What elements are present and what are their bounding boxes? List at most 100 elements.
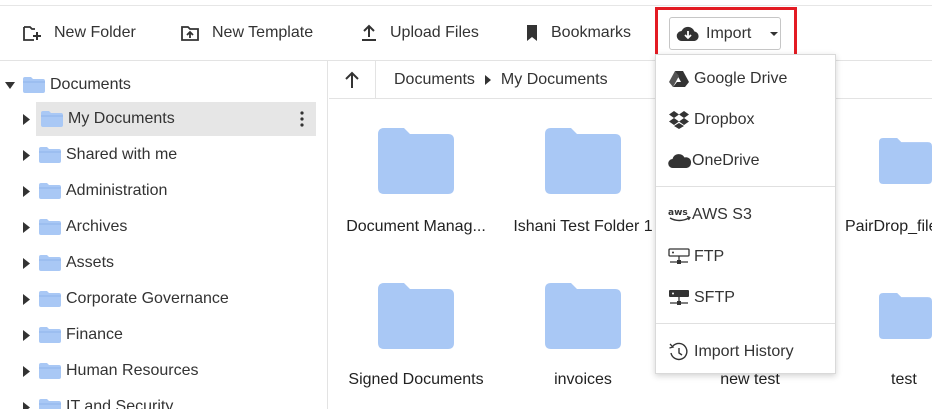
folder-tree: Documents My Documents Shared with me Ad… <box>0 61 328 409</box>
tree-item-human-resources[interactable]: Human Resources <box>20 354 199 388</box>
folder-icon <box>22 75 46 95</box>
upload-files-button[interactable]: Upload Files <box>360 6 479 60</box>
bookmark-icon <box>527 25 537 41</box>
tree-item-my-documents[interactable]: My Documents <box>36 102 316 136</box>
menu-item-ftp[interactable]: FTP <box>668 242 724 272</box>
tree-item-finance[interactable]: Finance <box>20 318 123 352</box>
menu-divider <box>656 323 835 324</box>
folder-tile-test[interactable]: test <box>841 283 932 389</box>
tree-item-label: Corporate Governance <box>66 290 229 307</box>
breadcrumb-bar: Documents My Documents <box>329 61 932 99</box>
import-dropdown-menu: Google Drive Dropbox OneDrive aws AWS S3… <box>655 54 836 374</box>
caret-right-icon <box>20 365 32 377</box>
more-options-icon[interactable] <box>300 111 304 132</box>
folder-tile-ishani-test-folder-1[interactable]: Ishani Test Folder 1 <box>508 128 658 236</box>
menu-item-sftp[interactable]: SFTP <box>668 283 735 313</box>
breadcrumb-my-documents[interactable]: My Documents <box>501 71 608 89</box>
caret-right-icon <box>20 293 32 305</box>
folder-icon <box>38 253 62 273</box>
server-icon <box>668 248 690 264</box>
folder-tile-pairdrop-file[interactable]: PairDrop_file <box>841 128 932 236</box>
folder-tile-label: test <box>891 371 917 388</box>
new-template-label: New Template <box>212 24 314 41</box>
chevron-right-icon <box>484 75 491 85</box>
menu-item-onedrive[interactable]: OneDrive <box>668 146 760 176</box>
caret-right-icon <box>20 149 32 161</box>
folder-icon <box>38 145 62 165</box>
caret-right-icon <box>20 257 32 269</box>
folder-icon <box>38 361 62 381</box>
menu-item-label: Dropbox <box>694 111 755 128</box>
tree-item-corporate-governance[interactable]: Corporate Governance <box>20 282 229 316</box>
folder-icon <box>841 128 932 194</box>
tree-item-archives[interactable]: Archives <box>20 210 127 244</box>
folder-icon <box>38 397 62 409</box>
folder-icon <box>38 217 62 237</box>
arrow-up-icon <box>345 71 359 88</box>
menu-item-aws-s3[interactable]: aws AWS S3 <box>668 200 752 230</box>
tree-item-label: My Documents <box>68 110 175 127</box>
folder-icon <box>38 181 62 201</box>
new-template-button[interactable]: New Template <box>180 6 313 60</box>
caret-down-icon <box>770 31 779 36</box>
folder-tile-signed-documents[interactable]: Signed Documents <box>341 283 491 389</box>
menu-item-import-history[interactable]: Import History <box>668 337 794 367</box>
folder-tile-invoices[interactable]: invoices <box>508 283 658 389</box>
tree-item-label: Administration <box>66 182 168 199</box>
folder-icon <box>341 128 491 194</box>
tree-item-administration[interactable]: Administration <box>20 174 167 208</box>
menu-item-label: OneDrive <box>692 152 760 169</box>
tree-root-documents[interactable]: Documents <box>4 68 131 102</box>
tree-item-shared-with-me[interactable]: Shared with me <box>20 138 177 172</box>
menu-item-label: Import History <box>694 343 794 360</box>
svg-text:aws: aws <box>668 208 688 218</box>
folder-icon <box>508 128 658 194</box>
menu-item-label: FTP <box>694 248 725 265</box>
folder-tile-document-manag[interactable]: Document Manag... <box>341 128 491 236</box>
cloud-download-icon <box>676 26 699 41</box>
new-template-icon <box>181 26 199 41</box>
folder-icon <box>38 325 62 345</box>
menu-item-dropbox[interactable]: Dropbox <box>668 105 754 135</box>
folder-tile-label: Ishani Test Folder 1 <box>513 218 653 235</box>
menu-item-google-drive[interactable]: Google Drive <box>668 64 787 94</box>
folder-icon <box>841 283 932 349</box>
navigate-up-button[interactable] <box>329 61 376 99</box>
breadcrumb: Documents My Documents <box>394 61 608 99</box>
folder-tile-label: PairDrop_file <box>845 218 932 235</box>
bookmarks-label: Bookmarks <box>551 24 632 41</box>
tree-item-assets[interactable]: Assets <box>20 246 114 280</box>
tree-item-label: IT and Security <box>66 398 174 409</box>
tree-item-label: Shared with me <box>66 146 178 163</box>
menu-item-label: SFTP <box>694 289 735 306</box>
folder-icon <box>341 283 491 349</box>
tree-item-it-and-security[interactable]: IT and Security <box>20 390 173 409</box>
breadcrumb-documents[interactable]: Documents <box>394 71 475 89</box>
folder-tile-label: invoices <box>554 371 612 388</box>
caret-right-icon <box>20 185 32 197</box>
caret-right-icon <box>20 221 32 233</box>
menu-divider <box>656 186 835 187</box>
dropbox-icon <box>669 111 689 129</box>
new-folder-button[interactable]: New Folder <box>22 6 136 60</box>
bookmarks-button[interactable]: Bookmarks <box>525 6 631 60</box>
upload-icon <box>362 24 376 41</box>
upload-files-label: Upload Files <box>390 24 479 41</box>
new-folder-label: New Folder <box>54 24 136 41</box>
caret-right-icon <box>20 401 32 409</box>
new-folder-icon <box>23 26 41 41</box>
caret-expanded-icon <box>4 81 16 89</box>
folder-icon <box>38 289 62 309</box>
tree-item-label: Archives <box>66 218 128 235</box>
menu-item-label: AWS S3 <box>692 206 752 223</box>
aws-icon: aws <box>668 208 691 222</box>
history-icon <box>669 342 688 361</box>
import-label: Import <box>706 24 752 42</box>
google-drive-icon <box>669 71 689 87</box>
tree-item-label: Assets <box>66 254 115 271</box>
secure-server-icon <box>669 290 689 305</box>
tree-item-label: Documents <box>50 76 131 93</box>
import-button[interactable]: Import <box>669 17 781 50</box>
folder-tile-label: Signed Documents <box>348 371 484 388</box>
tree-item-caret[interactable] <box>20 102 32 136</box>
